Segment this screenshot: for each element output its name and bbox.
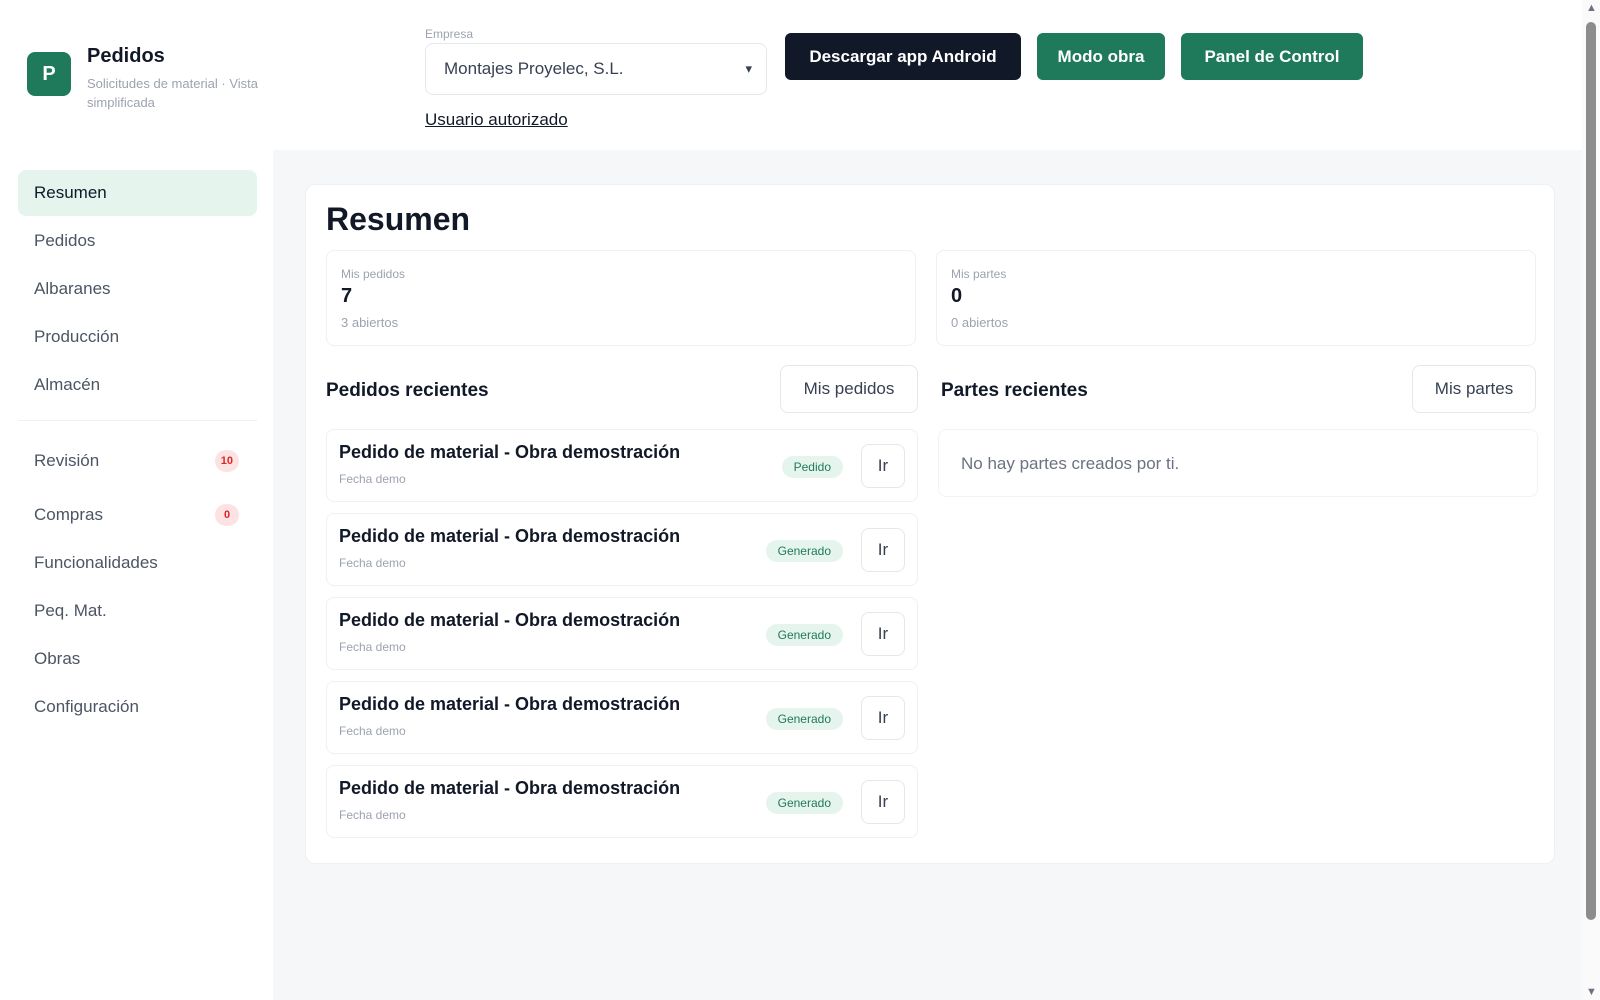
sidebar-item-peq-mat[interactable]: Peq. Mat.: [18, 588, 257, 634]
stat-value: 7: [341, 285, 353, 307]
sidebar: Resumen Pedidos Albaranes Producción Alm…: [0, 150, 273, 1000]
order-go-button[interactable]: Ir: [861, 612, 905, 656]
sidebar-item-label: Albaranes: [34, 279, 111, 298]
sidebar-item-label: Configuración: [34, 697, 139, 716]
stat-mis-partes: Mis partes 0 0 abiertos: [936, 250, 1536, 346]
sidebar-item-pedidos[interactable]: Pedidos: [18, 218, 257, 264]
sidebar-divider: [18, 420, 257, 421]
order-date: Fecha demo: [339, 556, 406, 570]
mis-partes-button[interactable]: Mis partes: [1412, 365, 1536, 413]
stat-label: Mis pedidos: [341, 267, 406, 281]
user-link[interactable]: Usuario autorizado: [425, 110, 568, 130]
order-row: Pedido de material - Obra demostración F…: [326, 681, 918, 754]
app-header: P Pedidos Solicitudes de material · Vist…: [0, 0, 1582, 150]
sidebar-item-label: Funcionalidades: [34, 553, 158, 572]
chevron-down-icon: ▾: [745, 61, 752, 76]
order-go-button[interactable]: Ir: [861, 528, 905, 572]
sidebar-item-label: Resumen: [34, 183, 107, 202]
sidebar-item-resumen[interactable]: Resumen: [18, 170, 257, 216]
sidebar-item-label: Pedidos: [34, 231, 96, 250]
sidebar-item-obras[interactable]: Obras: [18, 636, 257, 682]
sidebar-item-label: Compras: [34, 505, 103, 524]
app-title: Pedidos: [87, 45, 165, 67]
order-title: Pedido de material - Obra demostración: [339, 526, 681, 546]
sidebar-item-label: Obras: [34, 649, 81, 668]
status-badge: Generado: [765, 792, 843, 814]
sidebar-item-label: Revisión: [34, 451, 100, 470]
sidebar-item-compras[interactable]: Compras 0: [18, 492, 257, 538]
sidebar-item-configuracion[interactable]: Configuración: [18, 684, 257, 730]
sidebar-item-revision[interactable]: Revisión 10: [18, 438, 257, 484]
sidebar-item-albaranes[interactable]: Albaranes: [18, 266, 257, 312]
status-badge: Pedido: [781, 456, 843, 478]
scrollbar-thumb[interactable]: [1586, 22, 1596, 920]
download-android-button[interactable]: Descargar app Android: [785, 33, 1021, 80]
stat-label: Mis partes: [951, 267, 1007, 281]
stat-sub: 0 abiertos: [951, 315, 1009, 330]
page-title: Resumen: [326, 201, 471, 237]
order-row: Pedido de material - Obra demostración F…: [326, 597, 918, 670]
sidebar-item-funcionalidades[interactable]: Funcionalidades: [18, 540, 257, 586]
triangle-up-icon[interactable]: ▲: [1586, 2, 1597, 14]
order-date: Fecha demo: [339, 640, 406, 654]
recent-orders-title: Pedidos recientes: [326, 380, 489, 401]
order-title: Pedido de material - Obra demostración: [339, 610, 681, 630]
company-select-value: Montajes Proyelec, S.L.: [444, 59, 624, 78]
order-row: Pedido de material - Obra demostración F…: [326, 765, 918, 838]
company-select[interactable]: Montajes Proyelec, S.L. ▾: [425, 43, 767, 95]
main-content: Resumen Mis pedidos 7 3 abiertos Mis par…: [273, 150, 1582, 1000]
order-date: Fecha demo: [339, 472, 406, 486]
order-date: Fecha demo: [339, 724, 406, 738]
order-title: Pedido de material - Obra demostración: [339, 694, 681, 714]
modo-obra-button[interactable]: Modo obra: [1037, 33, 1165, 80]
order-row: Pedido de material - Obra demostración F…: [326, 429, 918, 502]
empty-message: No hay partes creados por ti.: [961, 454, 1180, 473]
app-subtitle: Solicitudes de material · Vista simplifi…: [87, 76, 259, 110]
order-go-button[interactable]: Ir: [861, 780, 905, 824]
app-logo: P: [27, 52, 71, 96]
status-badge: Generado: [765, 624, 843, 646]
sidebar-item-label: Almacén: [34, 375, 101, 394]
panel-control-button[interactable]: Panel de Control: [1181, 33, 1363, 80]
status-badge: Generado: [765, 540, 843, 562]
order-title: Pedido de material - Obra demostración: [339, 442, 681, 462]
status-badge: Generado: [765, 708, 843, 730]
company-label: Empresa: [425, 27, 474, 41]
sidebar-item-almacen[interactable]: Almacén: [18, 362, 257, 408]
mis-pedidos-button[interactable]: Mis pedidos: [780, 365, 918, 413]
sidebar-item-label: Peq. Mat.: [34, 601, 107, 620]
order-title: Pedido de material - Obra demostración: [339, 778, 681, 798]
stat-value: 0: [951, 285, 963, 307]
stat-sub: 3 abiertos: [341, 315, 399, 330]
order-go-button[interactable]: Ir: [861, 444, 905, 488]
stat-mis-pedidos: Mis pedidos 7 3 abiertos: [326, 250, 916, 346]
page-scrollbar[interactable]: ▲ ▼: [1582, 0, 1600, 1000]
sidebar-item-produccion[interactable]: Producción: [18, 314, 257, 360]
recent-parts-empty: No hay partes creados por ti.: [938, 429, 1538, 497]
revision-count-badge: 10: [214, 450, 239, 472]
summary-card: Resumen Mis pedidos 7 3 abiertos Mis par…: [305, 184, 1555, 864]
order-row: Pedido de material - Obra demostración F…: [326, 513, 918, 586]
sidebar-item-label: Producción: [34, 327, 120, 346]
recent-parts-title: Partes recientes: [941, 380, 1088, 401]
order-go-button[interactable]: Ir: [861, 696, 905, 740]
triangle-down-icon[interactable]: ▼: [1586, 986, 1597, 998]
order-date: Fecha demo: [339, 808, 406, 822]
compras-count-badge: 0: [215, 504, 239, 526]
